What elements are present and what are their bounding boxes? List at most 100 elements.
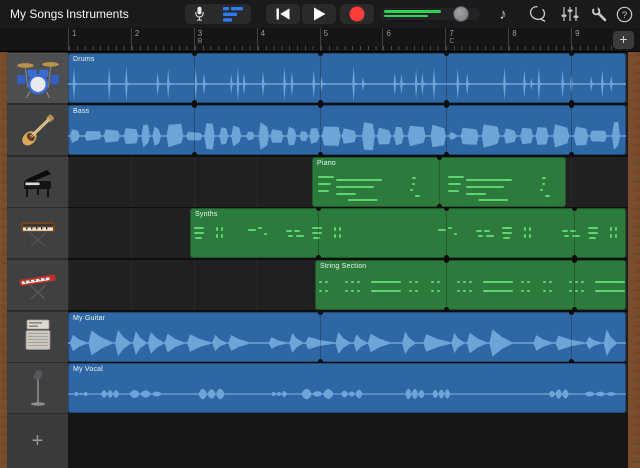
microphone-icon[interactable] [193,5,206,23]
midi-note [221,234,223,238]
midi-note [438,229,446,231]
midi-note [319,290,322,292]
loop-joint [320,105,321,155]
region-label: Synths [195,211,218,218]
region-guitar[interactable]: My Guitar [68,312,626,362]
midi-note [357,281,360,283]
loop-joint [571,105,572,155]
volume-knob[interactable] [453,6,469,22]
record-button[interactable] [340,4,374,24]
loop-joint [571,312,572,362]
midi-note [410,189,413,191]
midi-note [483,290,513,292]
loop-joint-dot [444,260,449,263]
loop-joint-dot [572,255,577,258]
loop-joint-dot [444,255,449,258]
midi-note [466,179,512,181]
track-header-strings[interactable] [7,260,68,310]
track-header-synths[interactable] [7,208,68,258]
midi-note [502,232,512,234]
midi-note [542,183,545,185]
beat-ticks [195,46,257,50]
settings-wrench-icon[interactable] [586,0,612,28]
loop-browser-icon[interactable] [524,0,550,28]
loop-joint [318,208,319,258]
midi-note [351,281,354,283]
play-button[interactable] [302,4,336,24]
loop-joint-dot [444,152,449,155]
instruments-button[interactable]: Instruments [66,7,129,21]
midi-note [348,199,378,201]
song-sections-button[interactable]: + [613,31,634,49]
bar-number: 1 [72,29,76,38]
add-track-button[interactable]: + [7,414,68,468]
loop-joint [320,53,321,103]
midi-note [437,281,440,283]
midi-note [312,232,322,234]
lane-piano: Piano [68,157,628,207]
track-header-drums[interactable] [7,53,68,103]
my-songs-button[interactable]: My Songs [10,7,63,21]
region-synths[interactable]: Synths [190,208,626,258]
midi-note [448,227,452,229]
loop-joint-dot [192,100,197,103]
track-header-guitar[interactable] [7,312,68,362]
midi-note [318,190,329,192]
region-strings[interactable]: String Section [315,260,626,310]
loop-joint [446,208,447,258]
vintage-synth-icon [15,211,61,255]
midi-note [569,290,572,292]
midi-note [521,281,524,283]
region-drums[interactable]: Drums [68,53,626,103]
midi-note [216,227,218,231]
bar-number: 9 [575,29,579,38]
midi-note [318,176,334,178]
loop-joint-dot [569,100,574,103]
midi-note [339,227,341,231]
beat-ticks [446,46,508,50]
bar-number: 7 [449,29,453,38]
track-lanes: Drums Bass Piano Synths String S [68,52,628,468]
midi-note [524,227,526,231]
loop-joint [571,53,572,103]
midi-note [371,281,401,283]
track-header-vocal[interactable] [7,363,68,413]
region-piano[interactable]: Piano [312,157,566,207]
midi-note [543,281,546,283]
midi-note [318,183,331,185]
view-segmented-control[interactable] [185,4,251,24]
loop-joint-dot [569,152,574,155]
bar-ruler[interactable]: 123B4567C89 + [0,28,640,52]
midi-note [466,193,486,195]
midi-note [545,195,550,197]
midi-note [463,290,466,292]
midi-note [345,281,348,283]
ruler-bar: 2 [131,28,194,51]
midi-note [221,227,223,231]
track-header-piano[interactable] [7,157,68,207]
track-header-bass[interactable] [7,105,68,155]
loop-joint-dot [572,260,577,263]
region-vocal[interactable]: My Vocal [68,363,626,413]
midi-note [621,281,624,283]
midi-note [615,227,617,231]
midi-note [431,290,434,292]
region-bass[interactable]: Bass [68,105,626,155]
midi-note [334,227,336,231]
beat-ticks [321,46,383,50]
loop-joint-dot [444,100,449,103]
loop-joint-dot [318,152,323,155]
note-editor-icon[interactable]: ♪ [490,0,516,28]
midi-note [294,230,300,232]
midi-note [478,235,483,237]
track-controls-icon[interactable] [557,0,583,28]
lane-drums: Drums [68,53,628,103]
midi-note [615,234,617,238]
help-icon[interactable]: ? [611,0,637,28]
midi-note [569,281,572,283]
tracks-view-icon[interactable] [223,7,243,22]
midi-note [549,281,552,283]
rewind-button[interactable] [266,4,300,24]
bar-number: 6 [386,29,390,38]
beat-ticks [69,46,131,50]
